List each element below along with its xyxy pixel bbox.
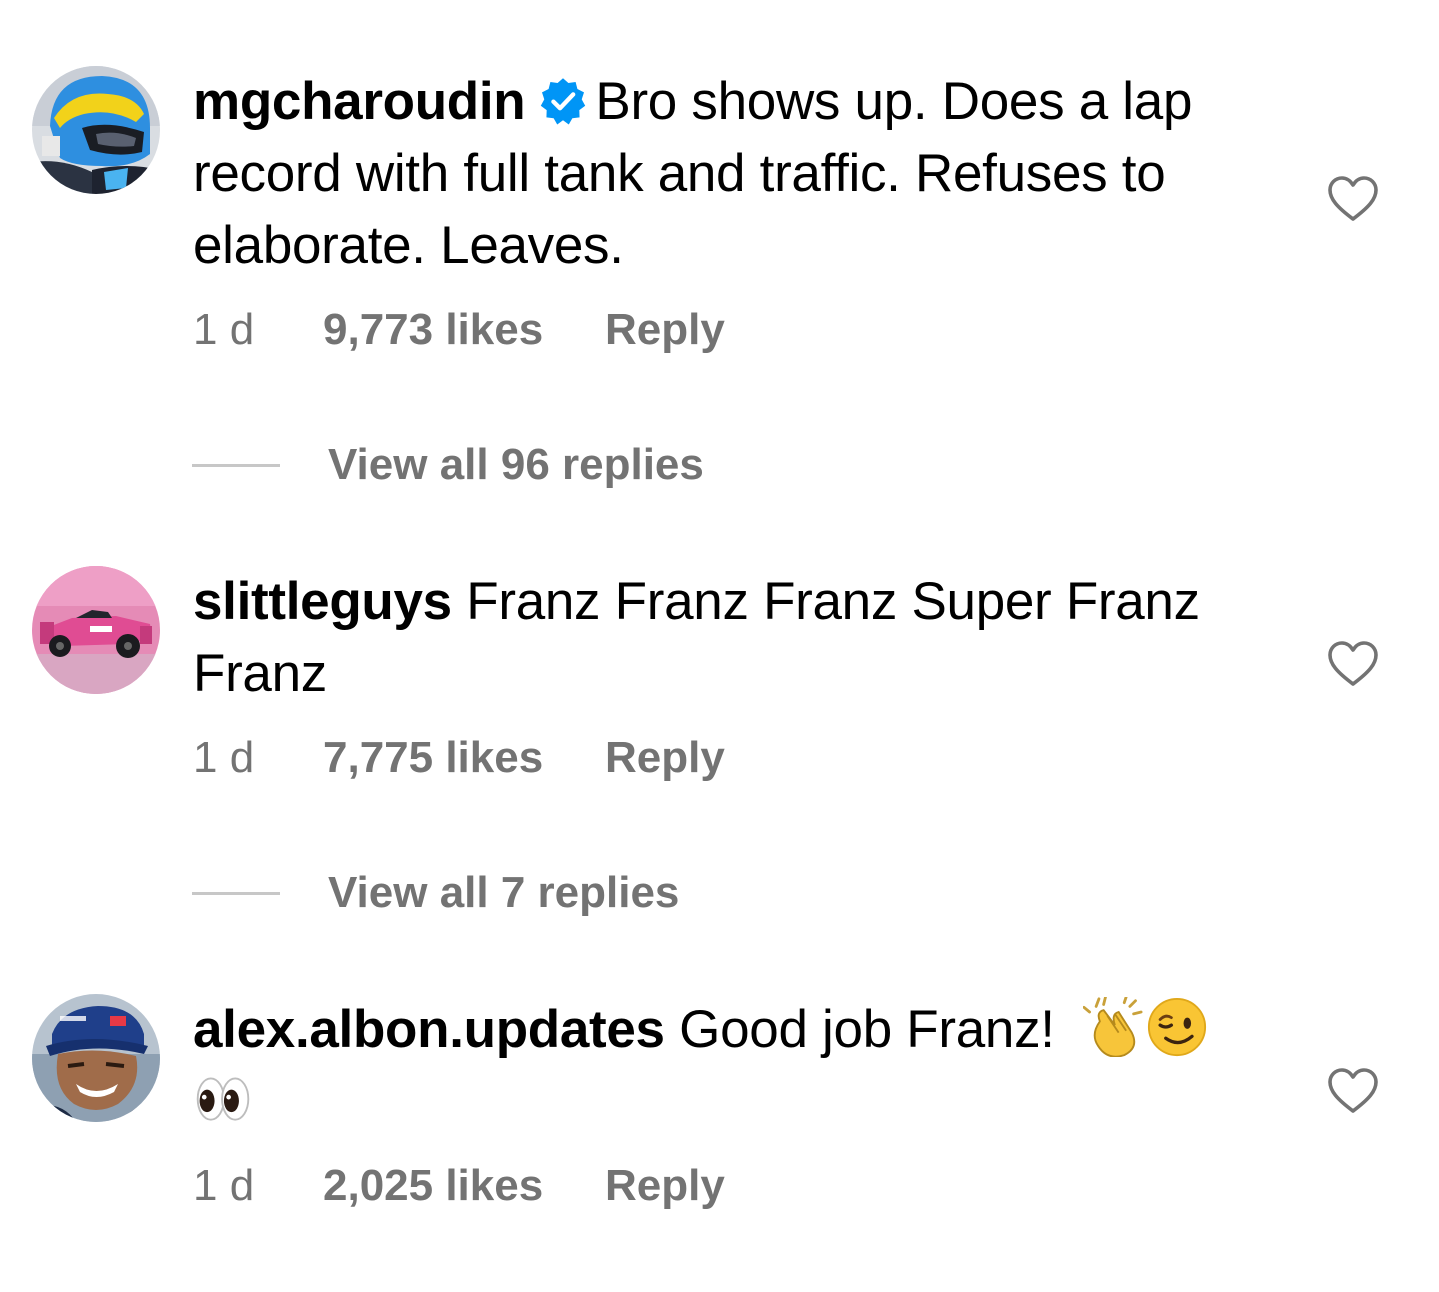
comment-timestamp: 1 d — [193, 305, 255, 354]
reply-button[interactable]: Reply — [605, 305, 725, 355]
like-heart-icon[interactable] — [1327, 1067, 1379, 1115]
view-replies-label: View all 7 replies — [328, 868, 680, 917]
avatar[interactable] — [32, 566, 160, 694]
comment-likes-count[interactable]: 2,025 likes — [323, 1161, 605, 1211]
comment-body: mgcharoudin Bro shows up. Does a lap reco… — [193, 66, 1273, 282]
replies-divider — [192, 464, 280, 467]
comment-meta: 1 d 9,773 likes Reply — [193, 305, 725, 355]
comment-meta: 1 d 2,025 likes Reply — [193, 1161, 725, 1211]
comment-meta: 1 d 7,775 likes Reply — [193, 733, 725, 783]
clapping-hands-emoji-icon — [1083, 997, 1143, 1057]
comment-body: slittleguys Franz Franz Franz Super Fran… — [193, 566, 1273, 710]
racing-helmet-avatar-icon — [32, 66, 160, 194]
avatar[interactable] — [32, 994, 160, 1122]
avatar[interactable] — [32, 66, 160, 194]
comment-username[interactable]: alex.albon.updates — [193, 1000, 665, 1059]
reply-button[interactable]: Reply — [605, 733, 725, 783]
comment-username[interactable]: slittleguys — [193, 572, 452, 631]
reply-button[interactable]: Reply — [605, 1161, 725, 1211]
comment-likes-count[interactable]: 7,775 likes — [323, 733, 605, 783]
comment-body: alex.albon.updates Good job Franz! — [193, 994, 1273, 1138]
verified-badge-icon — [541, 78, 586, 125]
replies-divider — [192, 892, 280, 895]
pink-race-car-avatar-icon — [32, 566, 160, 694]
comment-likes-count[interactable]: 9,773 likes — [323, 305, 605, 355]
eyes-emoji-icon — [196, 1077, 250, 1121]
view-replies-label: View all 96 replies — [328, 440, 704, 489]
like-heart-icon[interactable] — [1327, 640, 1379, 688]
like-heart-icon[interactable] — [1327, 175, 1379, 223]
comment-username[interactable]: mgcharoudin — [193, 72, 526, 131]
comment-timestamp: 1 d — [193, 733, 255, 782]
driver-in-cap-avatar-icon — [32, 994, 160, 1122]
winking-face-emoji-icon — [1148, 997, 1207, 1057]
comment-timestamp: 1 d — [193, 1161, 255, 1210]
comment-text: Good job Franz! — [679, 1000, 1055, 1059]
